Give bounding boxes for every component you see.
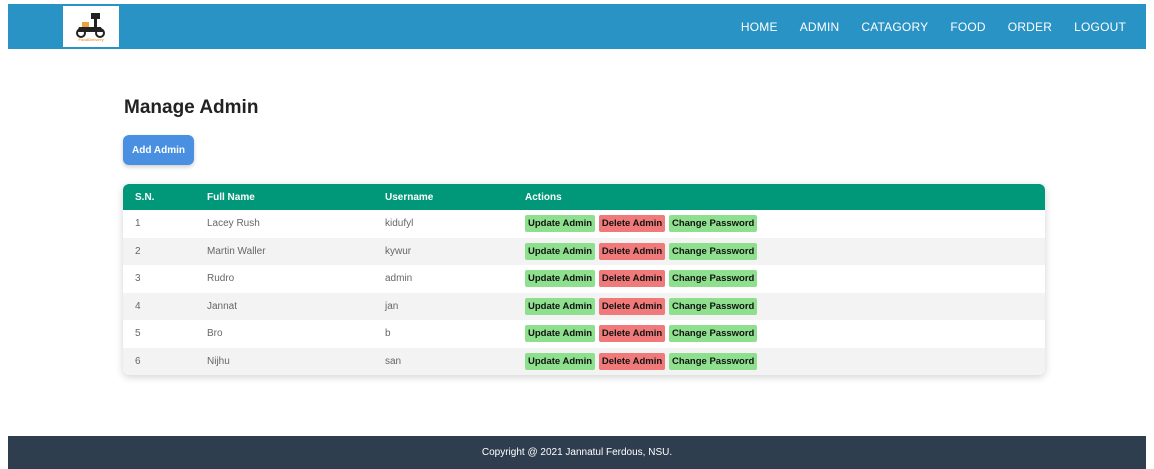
table-row: 6 Nijhu san Update Admin Delete Admin Ch… [123, 347, 1045, 376]
change-password-button[interactable]: Change Password [668, 270, 758, 288]
update-admin-button[interactable]: Update Admin [525, 270, 596, 288]
cell-username: san [385, 355, 402, 367]
cell-actions: Update Admin Delete Admin Change Passwor… [525, 210, 1045, 238]
change-password-button[interactable]: Change Password [668, 297, 758, 315]
delete-admin-button[interactable]: Delete Admin [598, 297, 666, 315]
change-password-button[interactable]: Change Password [668, 242, 758, 260]
admin-table: S.N. Full Name Username Actions 1 Lacey … [123, 184, 1045, 375]
header-full-name: Full Name [207, 191, 255, 203]
cell-sn: 4 [135, 300, 141, 312]
nav-menu: HOME ADMIN CATAGORY FOOD ORDER LOGOUT [741, 4, 1146, 49]
add-admin-button[interactable]: Add Admin [123, 135, 194, 165]
cell-actions: Update Admin Delete Admin Change Passwor… [525, 320, 1045, 348]
brand-logo-text: FoodDelivery [78, 37, 104, 42]
nav-home[interactable]: HOME [741, 20, 778, 34]
table-row: 1 Lacey Rush kidufyl Update Admin Delete… [123, 210, 1045, 238]
header-actions: Actions [525, 191, 562, 203]
change-password-button[interactable]: Change Password [668, 215, 758, 233]
cell-username: admin [385, 273, 413, 285]
table-row: 2 Martin Waller kywur Update Admin Delet… [123, 237, 1045, 266]
cell-sn: 5 [135, 328, 141, 340]
cell-actions: Update Admin Delete Admin Change Passwor… [525, 265, 1045, 293]
update-admin-button[interactable]: Update Admin [525, 242, 596, 260]
page-footer: Copyright @ 2021 Jannatul Ferdous, NSU. [8, 436, 1146, 469]
top-navbar: FoodDelivery HOME ADMIN CATAGORY FOOD OR… [8, 4, 1146, 49]
cell-actions: Update Admin Delete Admin Change Passwor… [525, 238, 1045, 266]
delete-admin-button[interactable]: Delete Admin [598, 352, 666, 370]
delete-admin-button[interactable]: Delete Admin [598, 325, 666, 343]
cell-username: b [385, 328, 391, 340]
footer-copyright: Copyright @ 2021 Jannatul Ferdous, NSU. [481, 447, 673, 458]
cell-full-name: Martin Waller [207, 245, 266, 257]
cell-full-name: Nijhu [207, 355, 230, 367]
header-sn: S.N. [135, 191, 155, 203]
delete-admin-button[interactable]: Delete Admin [598, 215, 666, 233]
cell-actions: Update Admin Delete Admin Change Passwor… [525, 293, 1045, 321]
update-admin-button[interactable]: Update Admin [525, 297, 596, 315]
cell-sn: 2 [135, 245, 141, 257]
change-password-button[interactable]: Change Password [668, 325, 758, 343]
update-admin-button[interactable]: Update Admin [525, 215, 596, 233]
admin-table-container: S.N. Full Name Username Actions 1 Lacey … [123, 184, 1045, 375]
cell-full-name: Bro [207, 328, 223, 340]
nav-order[interactable]: ORDER [1008, 20, 1052, 34]
cell-sn: 3 [135, 273, 141, 285]
cell-full-name: Lacey Rush [207, 218, 260, 230]
cell-sn: 6 [135, 355, 141, 367]
nav-category[interactable]: CATAGORY [861, 20, 928, 34]
table-row: 5 Bro b Update Admin Delete Admin Change… [123, 320, 1045, 348]
table-header-row: S.N. Full Name Username Actions [123, 184, 1045, 210]
brand-logo[interactable]: FoodDelivery [63, 6, 119, 47]
cell-username: kywur [385, 245, 412, 257]
update-admin-button[interactable]: Update Admin [525, 325, 596, 343]
header-username: Username [385, 191, 434, 203]
cell-username: kidufyl [385, 218, 414, 230]
cell-full-name: Jannat [207, 300, 238, 312]
table-row: 3 Rudro admin Update Admin Delete Admin … [123, 265, 1045, 293]
cell-actions: Update Admin Delete Admin Change Passwor… [525, 348, 1045, 376]
nav-admin[interactable]: ADMIN [800, 20, 840, 34]
nav-logout[interactable]: LOGOUT [1074, 20, 1126, 34]
change-password-button[interactable]: Change Password [668, 352, 758, 370]
page-title: Manage Admin [124, 97, 259, 118]
nav-food[interactable]: FOOD [950, 20, 985, 34]
update-admin-button[interactable]: Update Admin [525, 352, 596, 370]
delete-admin-button[interactable]: Delete Admin [598, 270, 666, 288]
cell-username: jan [385, 300, 399, 312]
table-row: 4 Jannat jan Update Admin Delete Admin C… [123, 292, 1045, 321]
cell-full-name: Rudro [207, 273, 235, 285]
cell-sn: 1 [135, 218, 141, 230]
delete-admin-button[interactable]: Delete Admin [598, 242, 666, 260]
